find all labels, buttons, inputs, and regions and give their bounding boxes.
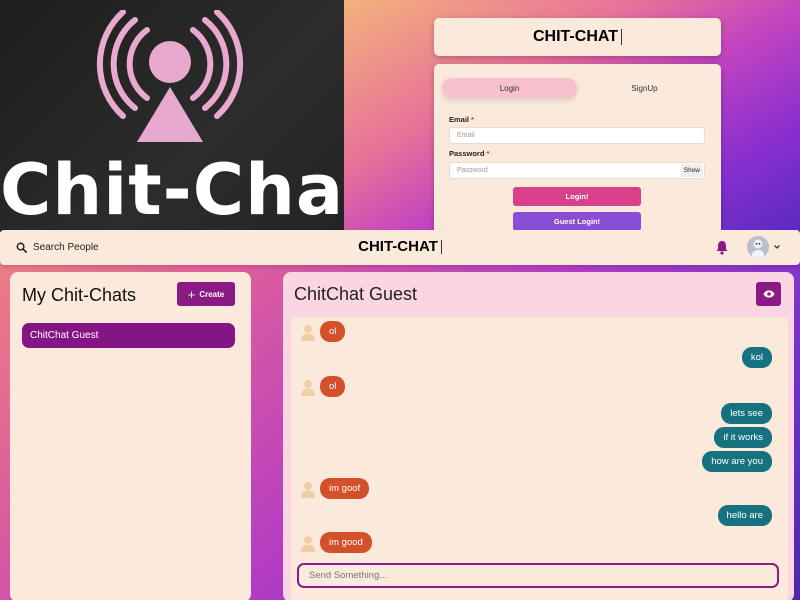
avatar[interactable] — [747, 236, 769, 258]
create-group-button[interactable]: + Create — [177, 282, 235, 306]
tab-signup[interactable]: SignUp — [577, 78, 712, 98]
tab-login[interactable]: Login — [442, 78, 577, 98]
sender-avatar-icon[interactable] — [300, 323, 316, 341]
outgoing-message: hello are — [717, 505, 772, 526]
login-preview: CHIT-CHAT Login SignUp Email * Email Pass… — [344, 0, 800, 232]
show-password-button[interactable]: Show — [680, 164, 703, 177]
message-row: ol — [291, 321, 788, 342]
sender-avatar-icon[interactable] — [300, 534, 316, 552]
message-input[interactable]: Send Something... — [297, 563, 779, 588]
email-label: Email * — [449, 115, 474, 124]
user-avatar-icon — [747, 236, 769, 258]
required-mark: * — [471, 115, 474, 124]
incoming-message: im good — [320, 532, 372, 553]
chat-list-item[interactable]: ChitChat Guest — [22, 323, 235, 348]
text-caret — [621, 29, 623, 45]
message-row: ol — [291, 376, 788, 397]
password-label-text: Password — [449, 149, 485, 158]
eye-icon — [763, 290, 774, 298]
broadcast-person-icon — [96, 10, 244, 142]
text-caret — [440, 240, 442, 255]
outgoing-message: if it works — [714, 427, 772, 448]
email-label-text: Email — [449, 115, 470, 124]
app-header: Search People CHIT-CHAT — [0, 230, 800, 265]
auth-tabs: Login SignUp — [442, 78, 712, 98]
conversation-title: ChitChat Guest — [294, 284, 418, 304]
sender-avatar-icon[interactable] — [300, 378, 316, 396]
message-list: ol kol ol lets see if it works how are you im … — [291, 317, 788, 600]
chat-panel: ChitChat Guest ol kol ol lets see if it work… — [283, 272, 794, 600]
my-chats-title: My Chit-Chats — [22, 285, 137, 305]
message-row: im good — [291, 532, 788, 553]
app-title: CHIT-CHAT — [0, 238, 800, 255]
plus-icon: + — [187, 286, 196, 302]
email-field[interactable]: Email — [449, 127, 705, 144]
login-card: Login SignUp Email * Email Password * Pass… — [434, 64, 721, 232]
incoming-message: im goof — [320, 478, 370, 499]
password-placeholder: Password — [457, 167, 488, 174]
app-title-text: CHIT-CHAT — [358, 238, 438, 255]
message-row: how are you — [291, 451, 788, 472]
sender-avatar-icon[interactable] — [300, 480, 316, 498]
my-chats-panel: My Chit-Chats + Create ChitChat Guest — [10, 272, 251, 600]
login-title-card: CHIT-CHAT — [434, 18, 721, 56]
outgoing-message: kol — [741, 347, 772, 368]
logo-text: Chit-Chat — [0, 149, 344, 231]
message-row: lets see — [291, 403, 788, 424]
message-row: im goof — [291, 478, 788, 499]
logo-panel: Chit-Chat — [0, 0, 344, 232]
guest-login-button[interactable]: Guest Login! — [513, 212, 641, 231]
message-row: kol — [291, 347, 788, 368]
message-row: hello are — [291, 505, 788, 526]
email-placeholder: Email — [457, 132, 475, 139]
outgoing-message: how are you — [702, 451, 772, 472]
required-mark: * — [486, 149, 490, 158]
login-button[interactable]: Login! — [513, 187, 641, 206]
incoming-message: ol — [320, 321, 346, 342]
login-title: CHIT-CHAT — [532, 28, 619, 45]
chevron-down-icon[interactable] — [773, 243, 781, 251]
message-input-placeholder: Send Something... — [309, 570, 388, 581]
view-profile-button[interactable] — [756, 282, 781, 306]
password-field[interactable]: Password Show — [449, 162, 705, 179]
bell-icon[interactable] — [715, 240, 729, 255]
create-label: Create — [199, 289, 225, 299]
incoming-message: ol — [320, 376, 346, 397]
outgoing-message: lets see — [721, 403, 772, 424]
password-label: Password * — [449, 149, 489, 158]
message-row: if it works — [291, 427, 788, 448]
